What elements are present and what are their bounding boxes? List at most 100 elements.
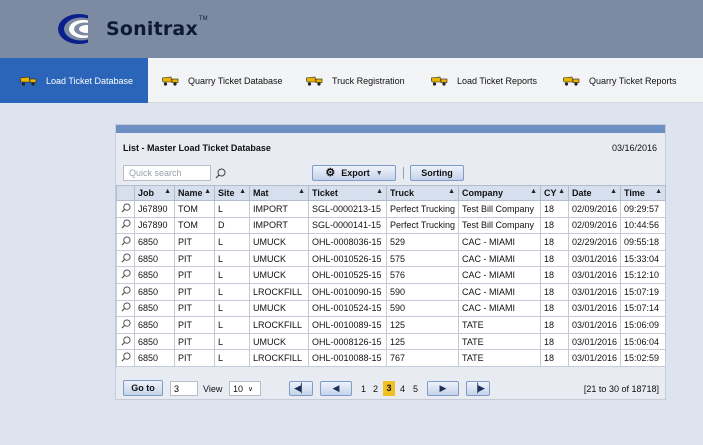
- table-row[interactable]: 6850 PIT L UMUCK OHL-0010526-15 575 CAC - MIAM…: [116, 249, 666, 268]
- view-row-icon[interactable]: [121, 319, 131, 331]
- view-row-icon[interactable]: [121, 302, 131, 314]
- table-row[interactable]: J67890 TOM L IMPORT SGL-0000213-15 Perfect Tr…: [116, 200, 666, 218]
- page-link[interactable]: 5: [413, 384, 418, 394]
- table-row[interactable]: 6850 PIT L UMUCK OHL-0010524-15 590 CAC - MIAM…: [116, 299, 666, 318]
- tab-quarry-ticket-reports[interactable]: Quarry Ticket Reports: [563, 58, 677, 103]
- page-link[interactable]: 1: [361, 384, 366, 394]
- column-header-job[interactable]: Job ▲︎: [134, 185, 175, 201]
- column-header-date[interactable]: Date ▲︎: [568, 185, 621, 201]
- table-row[interactable]: 6850 PIT L UMUCK OHL-0008036-15 529 CAC - MIAM…: [116, 233, 666, 251]
- previous-page-button[interactable]: ◀: [320, 381, 352, 396]
- page-link[interactable]: 4: [400, 384, 405, 394]
- tab-load-ticket-reports[interactable]: Load Ticket Reports: [431, 58, 537, 103]
- table-cell: TATE: [458, 332, 541, 351]
- dump-truck-icon: [20, 76, 37, 86]
- view-row-icon[interactable]: [121, 219, 131, 231]
- app-header: Sonitrax TM: [0, 0, 703, 58]
- table-cell: 03/01/2016: [568, 332, 621, 351]
- view-row-icon[interactable]: [121, 203, 131, 215]
- sonitrax-logo[interactable]: Sonitrax TM: [52, 10, 208, 48]
- column-header-label: Time: [624, 188, 645, 198]
- table-cell: 6850: [134, 332, 175, 351]
- page-number-input[interactable]: [170, 381, 198, 396]
- caret-down-icon: ▼: [375, 169, 383, 177]
- search-icon[interactable]: [215, 168, 226, 181]
- column-header-label: Ticket: [312, 188, 338, 198]
- dump-truck-icon: [162, 76, 179, 86]
- table-row[interactable]: 6850 PIT L UMUCK OHL-0010525-15 576 CAC - MIAM…: [116, 266, 666, 284]
- table-row[interactable]: 6850 PIT L UMUCK OHL-0008126-15 125 TATE 18 03/0…: [116, 332, 666, 351]
- column-header-mat[interactable]: Mat ▲︎: [249, 185, 309, 201]
- dump-truck-icon: [563, 76, 580, 86]
- table-cell: Test Bill Company: [458, 216, 541, 235]
- table-row[interactable]: 6850 PIT L LROCKFILL OHL-0010088-15 767 TATE 18…: [116, 349, 666, 367]
- next-page-button[interactable]: ▶: [427, 381, 459, 396]
- table-cell: OHL-0008036-15: [308, 233, 387, 251]
- table-cell: 18: [540, 216, 569, 235]
- column-header-company[interactable]: Company ▲︎: [458, 185, 541, 201]
- table-row[interactable]: J67890 TOM D IMPORT SGL-0000141-15 Perfect Tr…: [116, 216, 666, 235]
- last-page-icon: ▕▶: [471, 383, 485, 393]
- table-cell: L: [214, 332, 250, 351]
- column-header-truck[interactable]: Truck ▲︎: [386, 185, 459, 201]
- tab-label: Load Ticket Database: [46, 75, 134, 86]
- table-cell: OHL-0010090-15: [308, 282, 387, 301]
- view-row-icon[interactable]: [121, 253, 131, 265]
- table-cell: 6850: [134, 249, 175, 268]
- table-cell: 18: [540, 316, 569, 334]
- table-cell: Perfect Trucking: [386, 200, 459, 218]
- table-row[interactable]: 6850 PIT L LROCKFILL OHL-0010090-15 590 CAC - …: [116, 282, 666, 301]
- view-row-icon[interactable]: [121, 352, 131, 364]
- column-header-name[interactable]: Name ▲︎: [174, 185, 215, 201]
- table-cell: 6850: [134, 233, 175, 251]
- table-cell: J67890: [134, 216, 175, 235]
- first-page-button[interactable]: ◀▏: [289, 381, 313, 396]
- load-ticket-panel: List - Master Load Ticket Database 03/16…: [115, 124, 666, 400]
- column-header-label: Job: [138, 188, 155, 198]
- column-header-time[interactable]: Time ▲︎: [620, 185, 666, 201]
- table-cell: 18: [540, 233, 569, 251]
- tab-quarry-ticket-database[interactable]: Quarry Ticket Database: [162, 58, 283, 103]
- column-header-cy[interactable]: CY ▲︎: [540, 185, 569, 201]
- tab-label: Load Ticket Reports: [457, 75, 538, 86]
- view-row-icon[interactable]: [121, 286, 131, 298]
- table-cell: L: [214, 282, 250, 301]
- tab-label: Quarry Ticket Database: [188, 75, 283, 86]
- sorting-button[interactable]: Sorting: [410, 165, 464, 181]
- sort-icon: ▲︎: [204, 188, 211, 195]
- column-header-site[interactable]: Site ▲︎: [214, 185, 250, 201]
- export-button[interactable]: ⚙ Export ▼: [312, 165, 396, 181]
- first-page-icon: ◀▏: [294, 383, 308, 393]
- main-nav: Load Ticket Database Quarry Ticket Datab…: [0, 58, 703, 103]
- table-cell: 6850: [134, 282, 175, 301]
- page-link-current[interactable]: 3: [383, 381, 395, 396]
- last-page-button[interactable]: ▕▶: [466, 381, 490, 396]
- table-cell: Perfect Trucking: [386, 216, 459, 235]
- view-row-icon[interactable]: [121, 236, 131, 248]
- table-cell: TOM: [174, 216, 215, 235]
- table-cell: 590: [386, 282, 459, 301]
- table-cell: OHL-0010088-15: [308, 349, 387, 367]
- view-row-cell: [116, 299, 135, 318]
- brand-tm: TM: [198, 16, 208, 22]
- view-row-icon[interactable]: [121, 336, 131, 348]
- logo-swoosh-icon: [52, 12, 102, 46]
- tab-truck-registration[interactable]: Truck Registration: [306, 58, 405, 103]
- table-cell: J67890: [134, 200, 175, 218]
- sort-icon: ▲︎: [558, 188, 565, 195]
- table-cell: OHL-0010524-15: [308, 299, 387, 318]
- table-row[interactable]: 6850 PIT L LROCKFILL OHL-0010089-15 125 TATE 18…: [116, 316, 666, 334]
- table-cell: OHL-0010526-15: [308, 249, 387, 268]
- column-header-ticket[interactable]: Ticket ▲︎: [308, 185, 387, 201]
- rows-per-page-select[interactable]: 10 ∨: [229, 381, 261, 396]
- quick-search-input[interactable]: [124, 166, 210, 180]
- table-cell: OHL-0010089-15: [308, 316, 387, 334]
- table-cell: L: [214, 200, 250, 218]
- view-row-cell: [116, 249, 135, 268]
- go-to-button[interactable]: Go to: [123, 380, 163, 396]
- view-row-icon[interactable]: [121, 269, 131, 281]
- tab-load-ticket-database[interactable]: Load Ticket Database: [0, 58, 148, 103]
- page-link[interactable]: 2: [373, 384, 378, 394]
- next-page-icon: ▶: [439, 383, 447, 393]
- view-row-cell: [116, 349, 135, 367]
